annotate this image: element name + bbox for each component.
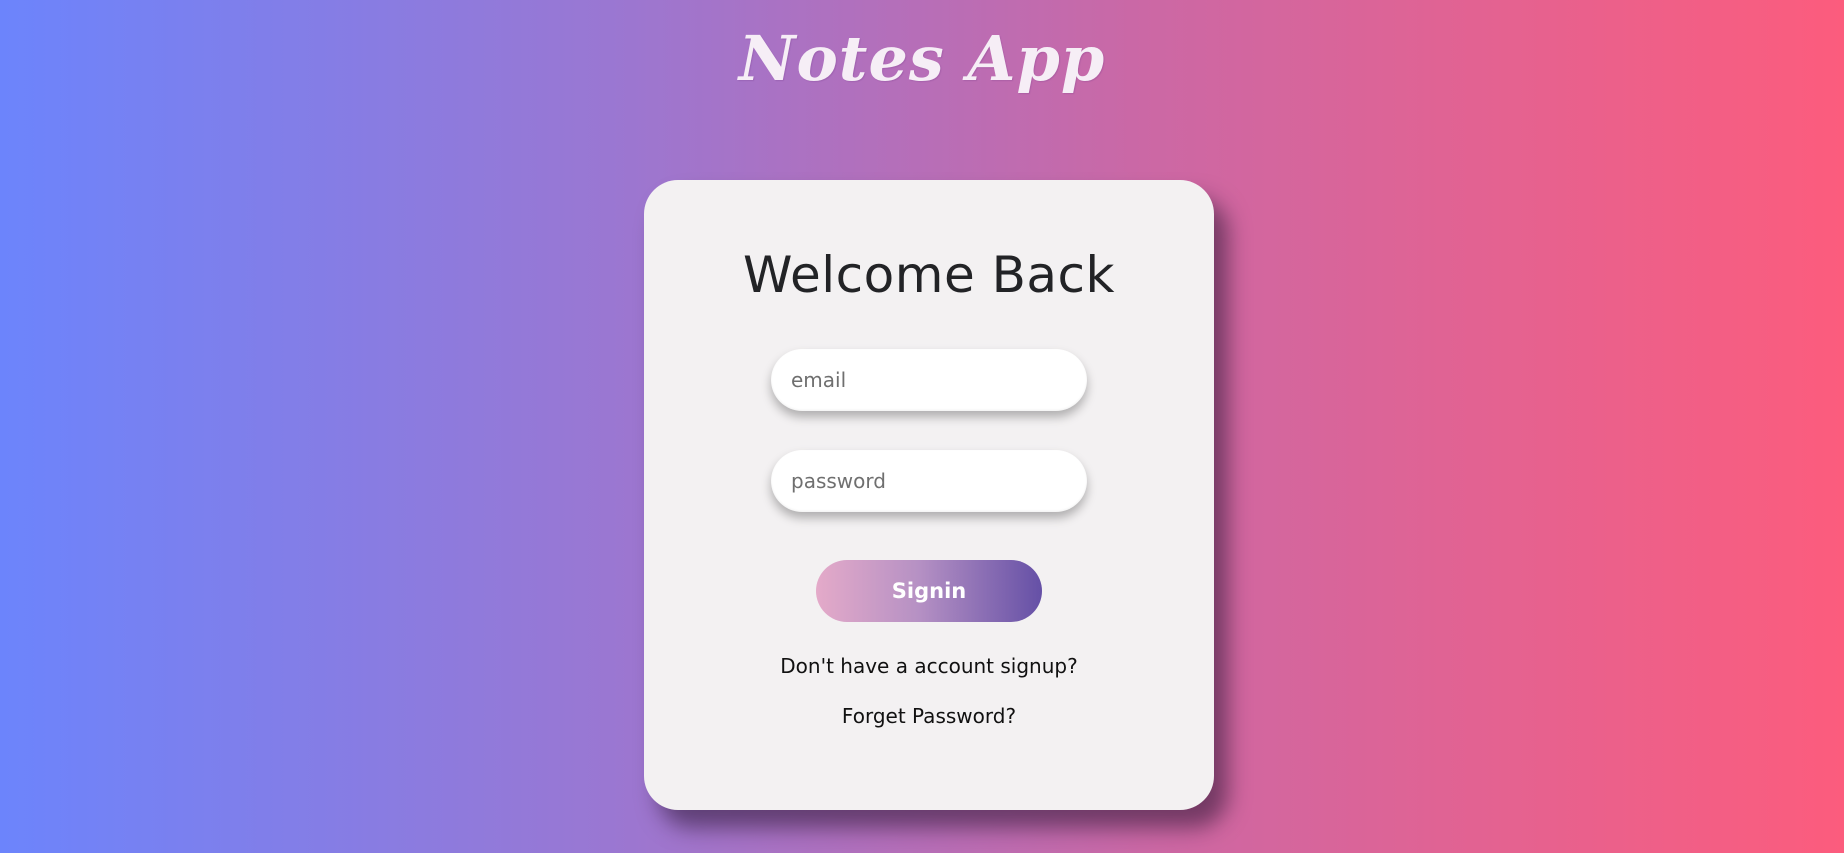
password-input[interactable] <box>771 450 1087 512</box>
app-title: Notes App <box>738 22 1106 95</box>
signin-button[interactable]: Signin <box>816 560 1042 622</box>
forget-password-link[interactable]: Forget Password? <box>644 702 1214 730</box>
login-card: Welcome Back Signin Don't have a account… <box>644 180 1214 810</box>
welcome-heading: Welcome Back <box>743 246 1115 304</box>
signup-link[interactable]: Don't have a account signup? <box>644 652 1214 680</box>
email-input[interactable] <box>771 349 1087 411</box>
